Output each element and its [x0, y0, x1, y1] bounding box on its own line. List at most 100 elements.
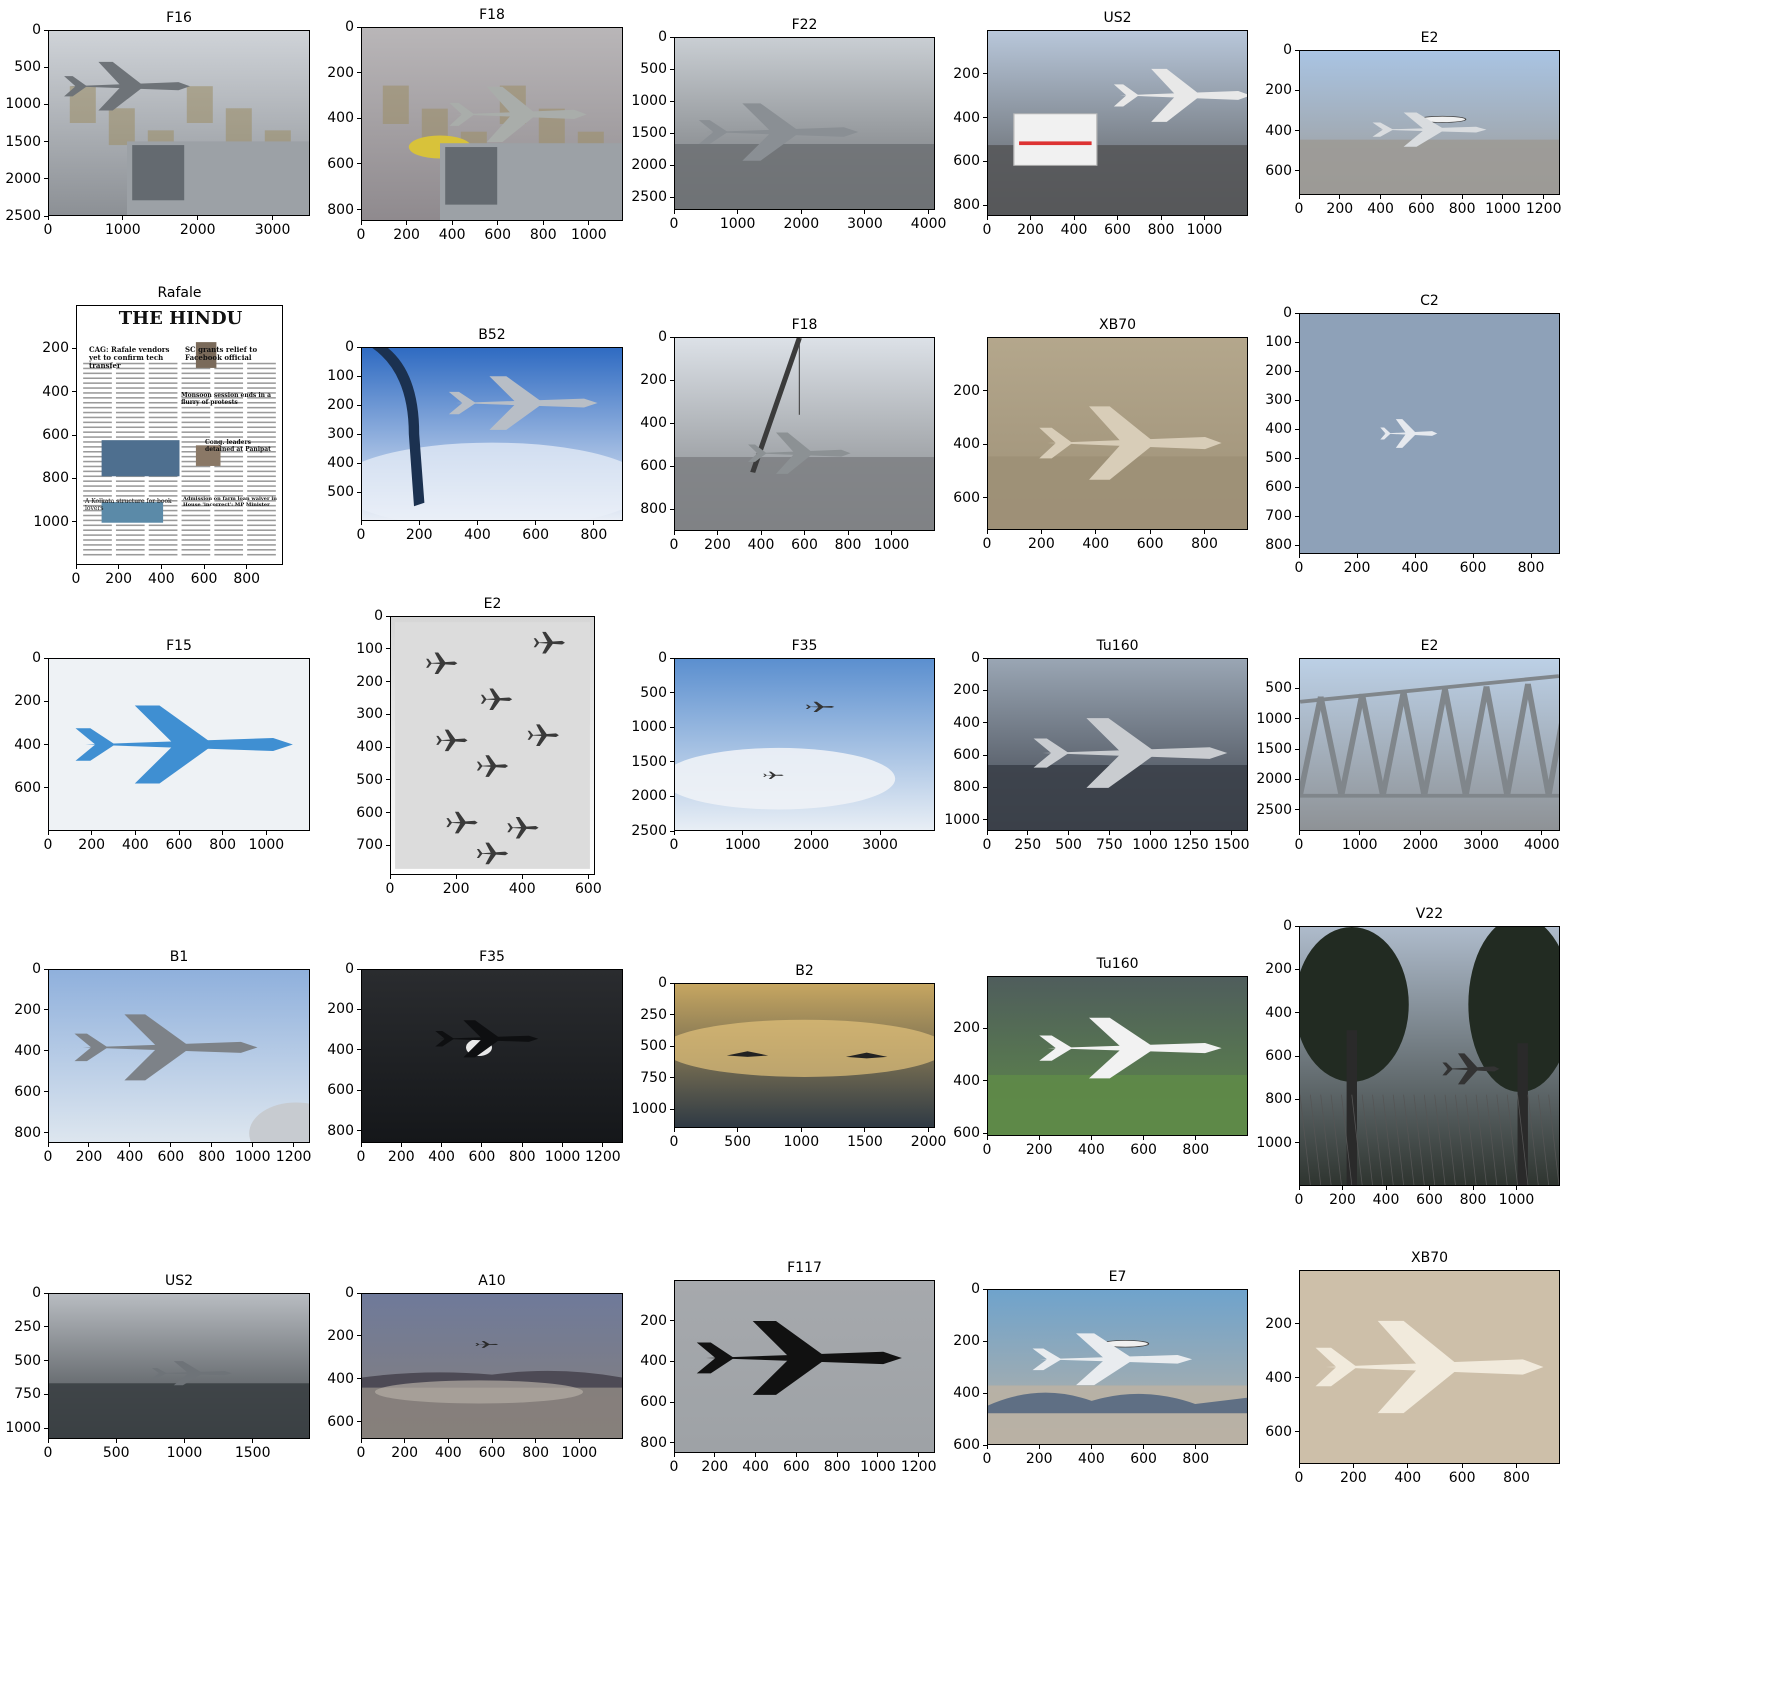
- y-tick-mark: [44, 1132, 48, 1134]
- y-tick-label: 400: [1265, 1369, 1292, 1386]
- x-tick-label: 750: [1095, 837, 1123, 853]
- y-tick-label: 500: [14, 59, 41, 76]
- panel-title: F117: [787, 1260, 822, 1276]
- x-tick-mark: [360, 1439, 362, 1443]
- image-thumbnail: [361, 27, 623, 221]
- x-tick-label: 0: [1294, 837, 1304, 853]
- x-tick-mark: [1298, 1464, 1300, 1468]
- x-tick-label: 0: [385, 881, 395, 897]
- x-tick-label: 800: [508, 1149, 536, 1165]
- y-tick-label: 500: [640, 684, 667, 701]
- y-tick-label: 2500: [631, 823, 667, 839]
- y-tick-mark: [670, 100, 674, 102]
- y-tick-label: 500: [1265, 680, 1292, 697]
- x-tick-mark: [742, 831, 744, 835]
- x-tick-mark: [1414, 554, 1416, 558]
- x-tick-mark: [389, 875, 391, 879]
- x-tick-label: 500: [102, 1445, 130, 1461]
- y-tick-mark: [670, 982, 674, 984]
- y-tick-mark: [670, 164, 674, 166]
- y-tick-mark: [357, 375, 361, 377]
- x-tick-label: 800: [834, 537, 862, 553]
- x-tick-mark: [986, 530, 988, 534]
- panel-title: US2: [1103, 10, 1132, 26]
- y-tick-label: 2000: [1256, 771, 1292, 788]
- y-tick-mark: [44, 787, 48, 789]
- y-tick-label: 800: [14, 1124, 41, 1141]
- y-tick-label: 200: [1265, 1315, 1292, 1332]
- y-tick-mark: [670, 379, 674, 381]
- x-tick-mark: [673, 531, 675, 535]
- y-tick-label: 600: [327, 1082, 354, 1099]
- y-tick-mark: [1295, 544, 1299, 546]
- x-tick-label: 0: [43, 222, 53, 238]
- y-tick-label: 600: [953, 747, 980, 763]
- x-tick-label: 1500: [847, 1134, 883, 1150]
- y-tick-label: 500: [327, 484, 354, 500]
- x-tick-label: 600: [1104, 222, 1131, 238]
- x-tick-label: 200: [701, 1459, 729, 1475]
- x-tick-mark: [578, 1439, 580, 1443]
- x-tick-mark: [360, 221, 362, 225]
- y-tick-label: 0: [374, 608, 383, 624]
- x-tick-label: 200: [387, 1149, 415, 1165]
- y-tick-label: 0: [32, 650, 41, 666]
- y-tick-label: 1500: [631, 125, 667, 142]
- x-tick-label: 400: [147, 571, 175, 587]
- y-tick-label: 750: [640, 1069, 667, 1086]
- formation-planes-icon: [391, 617, 594, 874]
- y-tick-mark: [72, 391, 76, 393]
- y-tick-mark: [44, 1050, 48, 1052]
- x-tick-mark: [1530, 554, 1532, 558]
- y-tick-mark: [357, 1292, 361, 1294]
- y-tick-mark: [1295, 341, 1299, 343]
- x-tick-mark: [88, 1143, 90, 1147]
- y-tick-label: 200: [640, 372, 667, 389]
- x-tick-label: 200: [391, 1445, 419, 1461]
- y-tick-mark: [357, 1335, 361, 1337]
- x-tick-mark: [1461, 195, 1463, 199]
- x-tick-label: 400: [438, 227, 466, 243]
- x-tick-mark: [1190, 831, 1192, 835]
- x-tick-label: 800: [522, 1445, 550, 1461]
- x-tick-mark: [1472, 1186, 1474, 1190]
- x-tick-mark: [203, 565, 205, 569]
- y-tick-label: 100: [327, 368, 354, 384]
- x-tick-label: 800: [823, 1459, 851, 1475]
- y-tick-label: 600: [327, 155, 354, 172]
- y-tick-label: 600: [327, 1413, 354, 1430]
- x-tick-mark: [1359, 831, 1361, 835]
- x-tick-label: 1000: [1186, 222, 1223, 238]
- x-tick-mark: [521, 875, 523, 879]
- x-tick-mark: [418, 521, 420, 525]
- x-tick-mark: [1095, 530, 1097, 534]
- x-tick-label: 1000: [1132, 837, 1168, 853]
- x-tick-label: 200: [1343, 560, 1371, 576]
- x-tick-mark: [1339, 195, 1341, 199]
- x-tick-label: 1000: [724, 837, 761, 853]
- panel-title: B2: [795, 963, 814, 979]
- white-bomber-museum-icon: [988, 977, 1247, 1135]
- y-tick-mark: [1295, 486, 1299, 488]
- x-tick-label: 0: [669, 216, 679, 232]
- image-background: [362, 970, 622, 1142]
- y-tick-mark: [1295, 687, 1299, 689]
- y-tick-label: 400: [327, 455, 354, 471]
- y-tick-mark: [386, 812, 390, 814]
- x-tick-mark: [928, 1128, 930, 1132]
- panel-title: Tu160: [1096, 956, 1139, 972]
- y-tick-mark: [44, 700, 48, 702]
- image-thumbnail: [674, 1280, 935, 1453]
- x-tick-mark: [1195, 1136, 1197, 1140]
- image-thumbnail: [1299, 313, 1560, 554]
- y-tick-label: 200: [356, 673, 383, 690]
- y-tick-mark: [357, 117, 361, 119]
- x-tick-mark: [864, 1128, 866, 1132]
- y-tick-mark: [357, 72, 361, 74]
- x-tick-mark: [986, 1445, 988, 1449]
- x-tick-label: 600: [1459, 560, 1487, 576]
- x-tick-label: 2000: [793, 837, 830, 853]
- x-tick-label: 400: [742, 1459, 769, 1475]
- panel-title: E7: [1108, 1269, 1127, 1285]
- x-tick-mark: [593, 521, 595, 525]
